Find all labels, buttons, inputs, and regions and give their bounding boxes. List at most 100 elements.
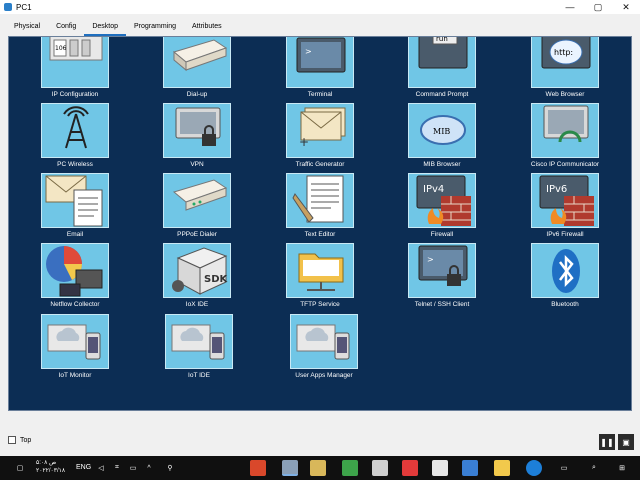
edge-icon[interactable] xyxy=(526,460,542,476)
screen-view-icon[interactable]: ▣ xyxy=(618,434,634,450)
app-tile-wireless-tower[interactable]: PC Wireless xyxy=(25,103,125,173)
mail-icon[interactable] xyxy=(432,460,448,476)
app-tile-modem[interactable]: Dial-up xyxy=(147,37,247,103)
language-indicator[interactable]: ENG xyxy=(76,464,91,471)
desktop-apps-panel: 106 IP Configuration Dial-up > Terminal run Co… xyxy=(8,36,632,411)
file-explorer-icon[interactable] xyxy=(494,460,510,476)
app-tile-netflow[interactable]: Netflow Collector xyxy=(25,243,125,313)
ip-communicator-icon[interactable] xyxy=(531,103,599,158)
app-tile-user-apps[interactable]: User Apps Manager xyxy=(274,314,374,384)
app-tile-email[interactable]: Email xyxy=(25,173,125,243)
app-tile-command-prompt[interactable]: run Command Prompt xyxy=(392,36,492,103)
app-tile-envelopes[interactable]: + Traffic Generator xyxy=(270,103,370,173)
task-view-icon[interactable]: ▭ xyxy=(556,460,572,476)
tab-desktop[interactable]: Desktop xyxy=(84,20,126,36)
svg-text:>: > xyxy=(305,47,312,56)
green-app-icon[interactable] xyxy=(342,460,358,476)
app-tile-mib-browser[interactable]: MIB MIB Browser xyxy=(392,103,492,173)
notification-icon[interactable]: ▢ xyxy=(12,460,28,476)
app-label: Telnet / SSH Client xyxy=(414,301,470,308)
taskbar-clock[interactable]: ۵:۰۸ ص ۲۰۲۲/۰۳/۱۸ xyxy=(36,459,65,475)
pause-icon[interactable]: ❚❚ xyxy=(599,434,615,450)
app-tile-firewall[interactable]: IPv4 Firewall xyxy=(392,173,492,243)
app-label: PC Wireless xyxy=(57,161,93,168)
chevron-up-icon[interactable]: ^ xyxy=(144,460,154,476)
app-label: PPPoE Dialer xyxy=(177,231,217,238)
app-red-icon[interactable] xyxy=(250,460,266,476)
pppoe-modem-icon[interactable] xyxy=(163,173,231,228)
minimize-button[interactable]: — xyxy=(556,0,584,14)
app-label: IoT Monitor xyxy=(58,372,92,379)
sdk-icon[interactable]: SDK xyxy=(163,243,231,298)
app-tile-telnet-lock[interactable]: > Telnet / SSH Client xyxy=(392,243,492,313)
checkbox-box[interactable] xyxy=(8,436,16,444)
app-tile-sdk[interactable]: SDK IoX IDE xyxy=(147,243,247,313)
windows-taskbar: ▢ ۵:۰۸ ص ۲۰۲۲/۰۳/۱۸ ENG ◁ ⌗ ▭ ^ ⚲ ▭ ⌕ ⊞ xyxy=(0,456,640,480)
volume-icon[interactable]: ◁ xyxy=(96,460,106,476)
app-tile-pppoe-modem[interactable]: PPPoE Dialer xyxy=(147,173,247,243)
clock-time: ۵:۰۸ ص xyxy=(36,460,57,466)
maximize-button[interactable]: ▢ xyxy=(584,0,612,14)
svg-text:MIB: MIB xyxy=(433,127,450,136)
modem-icon[interactable] xyxy=(163,37,231,88)
app-tile-ip-configuration[interactable]: 106 IP Configuration xyxy=(25,37,125,103)
app-tile-ip-communicator[interactable]: Cisco IP Communicator xyxy=(515,103,615,173)
tab-bar: Physical Config Desktop Programming Attr… xyxy=(6,20,230,36)
app-label: IoX IDE xyxy=(185,301,209,308)
calculator-icon[interactable] xyxy=(372,460,388,476)
app-tile-iot-monitor[interactable]: IoT Monitor xyxy=(25,314,125,384)
search-icon[interactable]: ⌕ xyxy=(586,460,602,476)
telnet-lock-icon[interactable]: > xyxy=(408,243,476,298)
iot-ide-icon[interactable] xyxy=(165,314,233,369)
firewall-icon[interactable]: IPv4 xyxy=(408,173,476,228)
app-tile-ipv6-firewall[interactable]: IPv6 IPv6 Firewall xyxy=(515,173,615,243)
tab-physical[interactable]: Physical xyxy=(6,20,48,36)
app-tile-iot-ide[interactable]: IoT IDE xyxy=(149,314,249,384)
packet-tracer-taskbar-icon[interactable] xyxy=(282,460,298,476)
windows-start-icon[interactable]: ⊞ xyxy=(614,460,630,476)
app-tile-web-browser[interactable]: http: Web Browser xyxy=(515,37,615,103)
close-button[interactable]: ✕ xyxy=(612,0,640,14)
user-apps-icon[interactable] xyxy=(290,314,358,369)
terminal-icon[interactable]: > xyxy=(286,37,354,88)
media-app-icon[interactable] xyxy=(310,460,326,476)
pdf-app-icon[interactable] xyxy=(402,460,418,476)
svg-text:http:: http: xyxy=(554,48,573,57)
app-tile-vpn-lock[interactable]: VPN xyxy=(147,103,247,173)
tab-config[interactable]: Config xyxy=(48,20,84,36)
mib-browser-icon[interactable]: MIB xyxy=(408,103,476,158)
vpn-lock-icon[interactable] xyxy=(163,103,231,158)
app-tile-terminal[interactable]: > Terminal xyxy=(270,37,370,103)
tab-attributes[interactable]: Attributes xyxy=(184,20,230,36)
people-icon[interactable]: ⚲ xyxy=(164,460,176,476)
store-icon[interactable] xyxy=(462,460,478,476)
svg-text:+: + xyxy=(299,135,309,149)
network-icon[interactable]: ⌗ xyxy=(112,460,122,476)
top-checkbox[interactable]: Top xyxy=(8,436,31,444)
netflow-icon[interactable] xyxy=(41,243,109,298)
text-editor-icon[interactable] xyxy=(286,173,354,228)
app-label: Email xyxy=(66,231,84,238)
app-tile-folder[interactable]: TFTP Service xyxy=(270,243,370,313)
ipv6-firewall-icon[interactable]: IPv6 xyxy=(531,173,599,228)
tab-programming[interactable]: Programming xyxy=(126,20,184,36)
app-tile-bluetooth[interactable]: Bluetooth xyxy=(515,243,615,313)
window-title: PC1 xyxy=(16,2,32,12)
app-label: Command Prompt xyxy=(415,91,469,98)
wireless-tower-icon[interactable] xyxy=(41,103,109,158)
folder-icon[interactable] xyxy=(286,243,354,298)
envelopes-icon[interactable]: + xyxy=(286,103,354,158)
top-checkbox-label: Top xyxy=(20,436,32,444)
web-browser-icon[interactable]: http: xyxy=(531,37,599,88)
device-icon[interactable]: ▭ xyxy=(128,460,138,476)
app-label: Terminal xyxy=(307,91,333,98)
app-label: Dial-up xyxy=(186,91,208,98)
iot-monitor-icon[interactable] xyxy=(41,314,109,369)
command-prompt-icon[interactable]: run xyxy=(408,36,476,88)
ip-configuration-icon[interactable]: 106 xyxy=(41,37,109,88)
email-icon[interactable] xyxy=(41,173,109,228)
bluetooth-icon[interactable] xyxy=(531,243,599,298)
svg-text:run: run xyxy=(436,36,448,43)
app-tile-text-editor[interactable]: Text Editor xyxy=(270,173,370,243)
app-label: Firewall xyxy=(430,231,454,238)
